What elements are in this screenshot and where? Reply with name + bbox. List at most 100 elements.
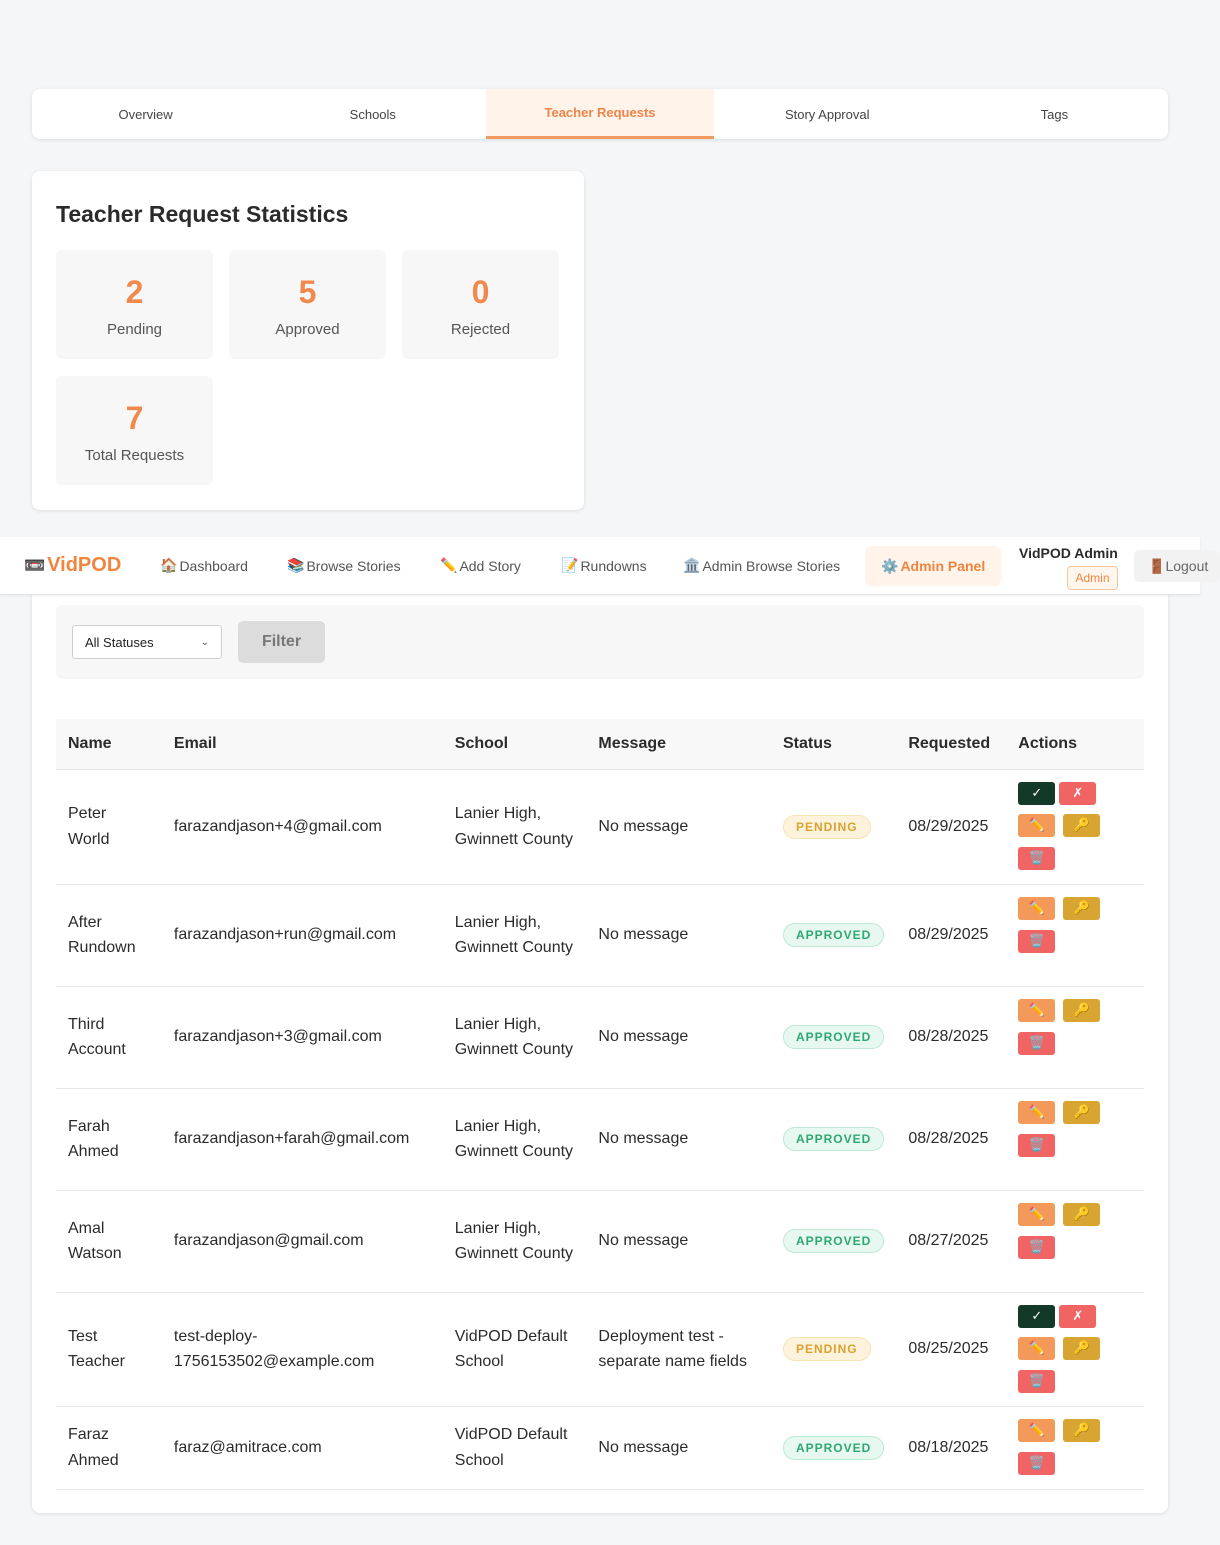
tab-overview[interactable]: Overview bbox=[32, 89, 259, 139]
status-badge: APPROVED bbox=[782, 923, 885, 948]
edit-button[interactable]: ✏️ bbox=[1018, 1336, 1056, 1360]
delete-button[interactable]: 🗑️ bbox=[1018, 929, 1056, 953]
nav-browse-stories[interactable]: 📚 Browse Stories bbox=[287, 557, 401, 574]
nav-browse-stories-label: Browse Stories bbox=[306, 557, 401, 574]
reject-button[interactable]: ✗ bbox=[1059, 781, 1097, 805]
cell-actions: ✓ ✗ ✏️ 🔑 🗑️ bbox=[1006, 769, 1144, 885]
cell-message: No message bbox=[586, 1088, 771, 1191]
nav-admin-browse-stories[interactable]: 🏛️ Admin Browse Stories bbox=[683, 557, 840, 574]
header-requested: Requested bbox=[896, 719, 1007, 770]
cell-requested: 08/28/2025 bbox=[896, 986, 1007, 1089]
tab-schools[interactable]: Schools bbox=[259, 89, 486, 139]
nav-admin-panel-label: Admin Panel bbox=[900, 558, 986, 574]
delete-button[interactable]: 🗑️ bbox=[1018, 1451, 1056, 1475]
header-school: School bbox=[442, 719, 587, 770]
door-icon: 🚪 bbox=[1148, 557, 1166, 574]
cell-school: VidPOD Default School bbox=[442, 1292, 587, 1407]
cell-status: APPROVED bbox=[770, 986, 897, 1089]
role-badge: Admin bbox=[1067, 566, 1118, 590]
cell-message: Deployment test - separate name fields bbox=[586, 1292, 771, 1407]
cell-school: VidPOD Default School bbox=[442, 1406, 587, 1490]
edit-button[interactable]: ✏️ bbox=[1018, 1202, 1056, 1226]
table-header-row: Name Email School Message Status Request… bbox=[56, 719, 1144, 770]
reset-password-button[interactable]: 🔑 bbox=[1063, 1100, 1101, 1124]
reset-password-button[interactable]: 🔑 bbox=[1063, 1202, 1101, 1226]
nav-add-story[interactable]: ✏️ Add Story bbox=[440, 557, 521, 574]
tab-tags[interactable]: Tags bbox=[941, 89, 1168, 139]
cell-name: Farah Ahmed bbox=[56, 1088, 162, 1191]
cell-email: farazandjason+farah@gmail.com bbox=[161, 1088, 443, 1191]
nav-admin-panel[interactable]: ⚙️ Admin Panel bbox=[865, 546, 1001, 586]
requests-table: Name Email School Message Status Request… bbox=[56, 719, 1144, 1490]
approve-button[interactable]: ✓ bbox=[1018, 1304, 1056, 1328]
brand-logo[interactable]: 📼 VidPOD bbox=[24, 554, 121, 577]
stats-card: Teacher Request Statistics 2 Pending 5 A… bbox=[32, 171, 584, 510]
cell-status: PENDING bbox=[770, 1292, 897, 1407]
stat-rejected: 0 Rejected bbox=[402, 250, 559, 359]
cell-school: Lanier High, Gwinnett County bbox=[442, 1088, 587, 1191]
edit-button[interactable]: ✏️ bbox=[1018, 896, 1056, 920]
building-icon: 🏛️ bbox=[683, 557, 701, 573]
delete-button[interactable]: 🗑️ bbox=[1018, 1133, 1056, 1157]
delete-button[interactable]: 🗑️ bbox=[1018, 1235, 1056, 1259]
table-row: Faraz Ahmed faraz@amitrace.com VidPOD Defa… bbox=[56, 1406, 1144, 1490]
edit-button[interactable]: ✏️ bbox=[1018, 998, 1056, 1022]
reset-password-button[interactable]: 🔑 bbox=[1063, 998, 1101, 1022]
delete-button[interactable]: 🗑️ bbox=[1018, 1031, 1056, 1055]
table-row: Peter World farazandjason+4@gmail.com Lani… bbox=[56, 769, 1144, 885]
approve-button[interactable]: ✓ bbox=[1018, 781, 1056, 805]
reset-password-button[interactable]: 🔑 bbox=[1063, 896, 1101, 920]
cell-requested: 08/28/2025 bbox=[896, 1088, 1007, 1191]
delete-button[interactable]: 🗑️ bbox=[1018, 846, 1056, 870]
stat-pending: 2 Pending bbox=[56, 250, 213, 359]
reset-password-button[interactable]: 🔑 bbox=[1063, 813, 1101, 837]
stat-pending-label: Pending bbox=[106, 321, 163, 338]
cell-message: No message bbox=[586, 986, 771, 1089]
status-badge: APPROVED bbox=[782, 1435, 885, 1460]
edit-button[interactable]: ✏️ bbox=[1018, 1418, 1056, 1442]
status-filter-select[interactable]: All Statuses ⌄ bbox=[72, 625, 222, 659]
table-row: Amal Watson farazandjason@gmail.com Lanier… bbox=[56, 1190, 1144, 1293]
nav-rundowns[interactable]: 📝 Rundowns bbox=[561, 557, 647, 574]
header-name: Name bbox=[56, 719, 162, 770]
cell-email: farazandjason+3@gmail.com bbox=[161, 986, 443, 1089]
filter-bar: All Statuses ⌄ Filter bbox=[56, 605, 1144, 679]
stat-total-value: 7 bbox=[125, 400, 144, 436]
nav-dashboard[interactable]: 🏠 Dashboard bbox=[160, 557, 248, 574]
cell-requested: 08/29/2025 bbox=[896, 769, 1007, 885]
cell-message: No message bbox=[586, 769, 771, 885]
nav-dashboard-label: Dashboard bbox=[179, 557, 248, 574]
cell-email: farazandjason@gmail.com bbox=[161, 1190, 443, 1293]
status-badge: PENDING bbox=[782, 814, 871, 839]
filter-button[interactable]: Filter bbox=[238, 621, 325, 663]
status-badge: PENDING bbox=[782, 1337, 871, 1362]
tab-story-approval[interactable]: Story Approval bbox=[714, 89, 941, 139]
cell-name: Amal Watson bbox=[56, 1190, 162, 1293]
house-icon: 🏠 bbox=[160, 557, 178, 573]
cell-requested: 08/27/2025 bbox=[896, 1190, 1007, 1293]
teacher-requests-card: All Statuses ⌄ Filter Name Email School … bbox=[32, 560, 1168, 1513]
cell-actions: ✓ ✗ ✏️ 🔑 🗑️ bbox=[1006, 1292, 1144, 1407]
status-badge: APPROVED bbox=[782, 1025, 885, 1050]
admin-tabs: Overview Schools Teacher Requests Story … bbox=[32, 89, 1168, 139]
stat-total: 7 Total Requests bbox=[56, 376, 213, 485]
cell-email: farazandjason+run@gmail.com bbox=[161, 884, 443, 987]
reset-password-button[interactable]: 🔑 bbox=[1063, 1336, 1101, 1360]
cell-actions: ✏️ 🔑 🗑️ bbox=[1006, 1190, 1144, 1293]
nav-admin-browse-stories-label: Admin Browse Stories bbox=[702, 557, 841, 574]
reject-button[interactable]: ✗ bbox=[1059, 1304, 1097, 1328]
delete-button[interactable]: 🗑️ bbox=[1018, 1369, 1056, 1393]
cell-actions: ✏️ 🔑 🗑️ bbox=[1006, 884, 1144, 987]
cell-requested: 08/29/2025 bbox=[896, 884, 1007, 987]
edit-button[interactable]: ✏️ bbox=[1018, 1100, 1056, 1124]
cell-name: Peter World bbox=[56, 769, 162, 885]
user-name: VidPOD Admin bbox=[1019, 545, 1118, 561]
tab-teacher-requests[interactable]: Teacher Requests bbox=[486, 89, 714, 139]
logout-button[interactable]: 🚪 Logout bbox=[1134, 550, 1220, 582]
reset-password-button[interactable]: 🔑 bbox=[1063, 1418, 1101, 1442]
cell-school: Lanier High, Gwinnett County bbox=[442, 986, 587, 1089]
header-actions: Actions bbox=[1006, 719, 1144, 770]
status-filter-value: All Statuses bbox=[85, 634, 154, 650]
cell-name: After Rundown bbox=[56, 884, 162, 987]
edit-button[interactable]: ✏️ bbox=[1018, 813, 1056, 837]
